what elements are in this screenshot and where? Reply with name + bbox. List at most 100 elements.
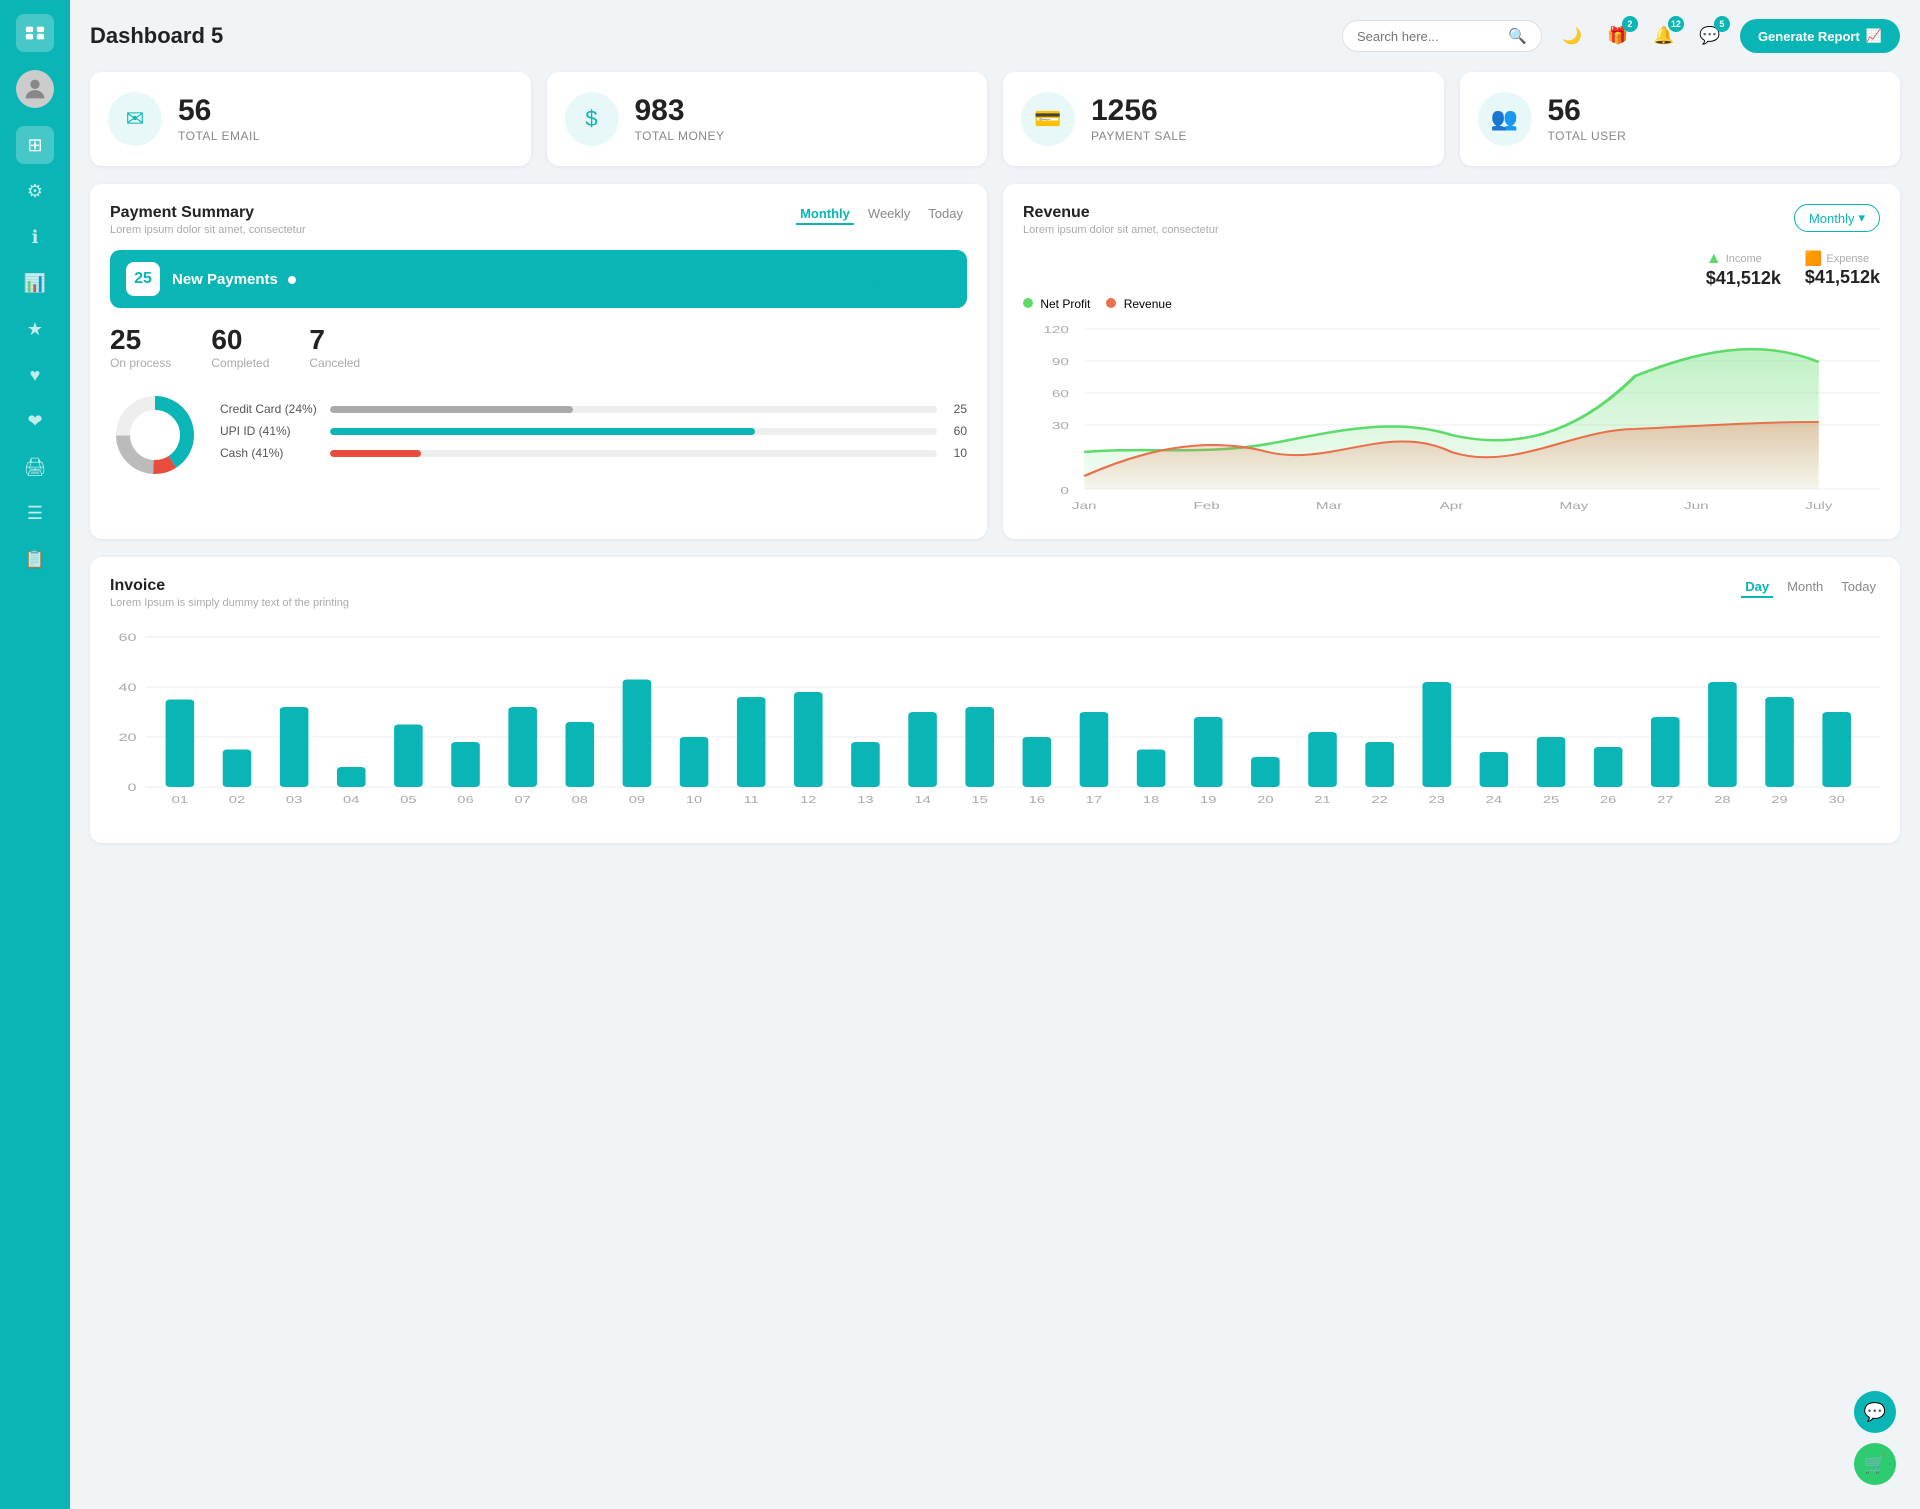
np-count: 25 [126,262,160,296]
svg-text:120: 120 [1043,324,1069,336]
invoice-x-label: 06 [457,794,473,805]
search-input[interactable] [1357,29,1500,44]
invoice-x-label: 09 [629,794,645,805]
invoice-x-label: 13 [857,794,873,805]
sidebar-item-chart[interactable]: 📊 [16,264,54,302]
content-row: Payment Summary Lorem ipsum dolor sit am… [90,184,1900,539]
invoice-bar [337,767,366,787]
payment-bottom: Credit Card (24%) 25 UPI ID (41%) 60 Cas… [110,390,967,480]
invoice-x-label: 02 [229,794,245,805]
svg-text:May: May [1559,500,1589,512]
stat-value-money: 983 [635,96,725,126]
pb-track [330,406,937,413]
invoice-x-label: 18 [1143,794,1159,805]
invoice-x-label: 24 [1486,794,1502,805]
invoice-bar [1308,732,1337,787]
sidebar-item-list[interactable]: ☰ [16,494,54,532]
bell-icon-btn[interactable]: 🔔 12 [1646,18,1682,54]
invoice-x-label: 12 [800,794,816,805]
payment-bar-row: Credit Card (24%) 25 [220,402,967,416]
stat-info-email: 56 TOTAL EMAIL [178,96,260,143]
stat-icon-payment: 💳 [1021,92,1075,146]
msg-icon-btn[interactable]: 💬 5 [1692,18,1728,54]
invoice-bar [623,680,652,788]
user-avatar[interactable] [16,70,54,108]
dark-mode-toggle[interactable]: 🌙 [1554,18,1590,54]
sidebar-item-dashboard[interactable]: ⊞ [16,126,54,164]
invoice-bar-chart: 60 40 20 0 01020304050607080910111213141… [110,623,1880,823]
tab-monthly[interactable]: Monthly [796,204,854,225]
canceled-label: Canceled [309,356,360,370]
sidebar-item-heart2[interactable]: ❤ [16,402,54,440]
tab-today[interactable]: Today [924,204,967,225]
stat-label-email: TOTAL EMAIL [178,129,260,143]
invoice-bar [223,750,252,788]
stat-value-email: 56 [178,96,260,126]
search-icon[interactable]: 🔍 [1508,27,1527,45]
expense-value: $41,512k [1805,267,1880,288]
invoice-x-label: 30 [1828,794,1844,805]
tab-weekly[interactable]: Weekly [864,204,914,225]
invoice-bar [1708,682,1737,787]
payment-tabs: Monthly Weekly Today [796,204,967,225]
svg-text:Apr: Apr [1440,500,1465,512]
invoice-bar [1194,717,1223,787]
bell-badge: 12 [1668,16,1684,32]
sidebar-item-star[interactable]: ★ [16,310,54,348]
sidebar-item-info[interactable]: ℹ [16,218,54,256]
expense-stat: 🟧 Expense $41,512k [1805,250,1880,289]
invoice-x-label: 10 [686,794,702,805]
invoice-x-label: 01 [172,794,188,805]
revenue-title: Revenue [1023,204,1219,222]
invoice-x-label: 25 [1543,794,1559,805]
svg-text:Mar: Mar [1316,500,1343,512]
manage-payment-link[interactable]: Manage payment > [839,272,951,287]
pb-track [330,428,937,435]
invoice-bar [1480,752,1509,787]
invoice-x-label: 16 [1029,794,1045,805]
search-box[interactable]: 🔍 [1342,20,1542,52]
np-dot [288,276,296,284]
float-cart-btn[interactable]: 🛒 [1854,1443,1896,1485]
revenue-monthly-dropdown[interactable]: Monthly ▾ [1794,204,1880,232]
stat-card-money: $ 983 TOTAL MONEY [547,72,988,166]
invoice-tab-month[interactable]: Month [1783,577,1827,598]
invoice-bar [508,707,537,787]
sidebar-item-print[interactable]: 🖨 [16,448,54,486]
income-label: ▲ Income [1706,250,1781,268]
page-title: Dashboard 5 [90,23,1330,49]
income-arrow-icon: ▲ [1706,250,1722,268]
payment-bar-row: UPI ID (41%) 60 [220,424,967,438]
revenue-tab-label: Monthly [1809,211,1855,226]
sidebar-item-heart[interactable]: ♥ [16,356,54,394]
svg-text:60: 60 [118,631,136,644]
svg-text:20: 20 [118,731,136,744]
invoice-card: Invoice Lorem Ipsum is simply dummy text… [90,557,1900,843]
invoice-bar [1594,747,1623,787]
msg-badge: 5 [1714,16,1730,32]
revenue-subtitle: Lorem ipsum dolor sit amet, consectetur [1023,224,1219,236]
donut-chart [110,390,200,480]
invoice-x-label: 26 [1600,794,1616,805]
stat-info-user: 56 TOTAL USER [1548,96,1627,143]
invoice-tab-today[interactable]: Today [1837,577,1880,598]
payment-bar-row: Cash (41%) 10 [220,446,967,460]
sidebar-item-settings[interactable]: ⚙ [16,172,54,210]
stat-info-payment: 1256 PAYMENT SALE [1091,96,1187,143]
svg-text:0: 0 [1060,485,1069,497]
sidebar-item-doc[interactable]: 📋 [16,540,54,578]
revenue-legend-item: Revenue [1106,297,1171,311]
gift-icon-btn[interactable]: 🎁 2 [1600,18,1636,54]
completed-value: 60 [211,324,269,356]
invoice-bar [280,707,309,787]
stat-label-user: TOTAL USER [1548,129,1627,143]
np-left: 25 New Payments [126,262,296,296]
svg-text:Jun: Jun [1684,500,1709,512]
generate-report-button[interactable]: Generate Report 📈 [1740,19,1900,53]
pb-fill [330,406,573,413]
sidebar-logo[interactable] [16,14,54,52]
float-support-btn[interactable]: 💬 [1854,1391,1896,1433]
income-stat: ▲ Income $41,512k [1706,250,1781,289]
invoice-bar [1137,750,1166,788]
invoice-tab-day[interactable]: Day [1741,577,1773,598]
